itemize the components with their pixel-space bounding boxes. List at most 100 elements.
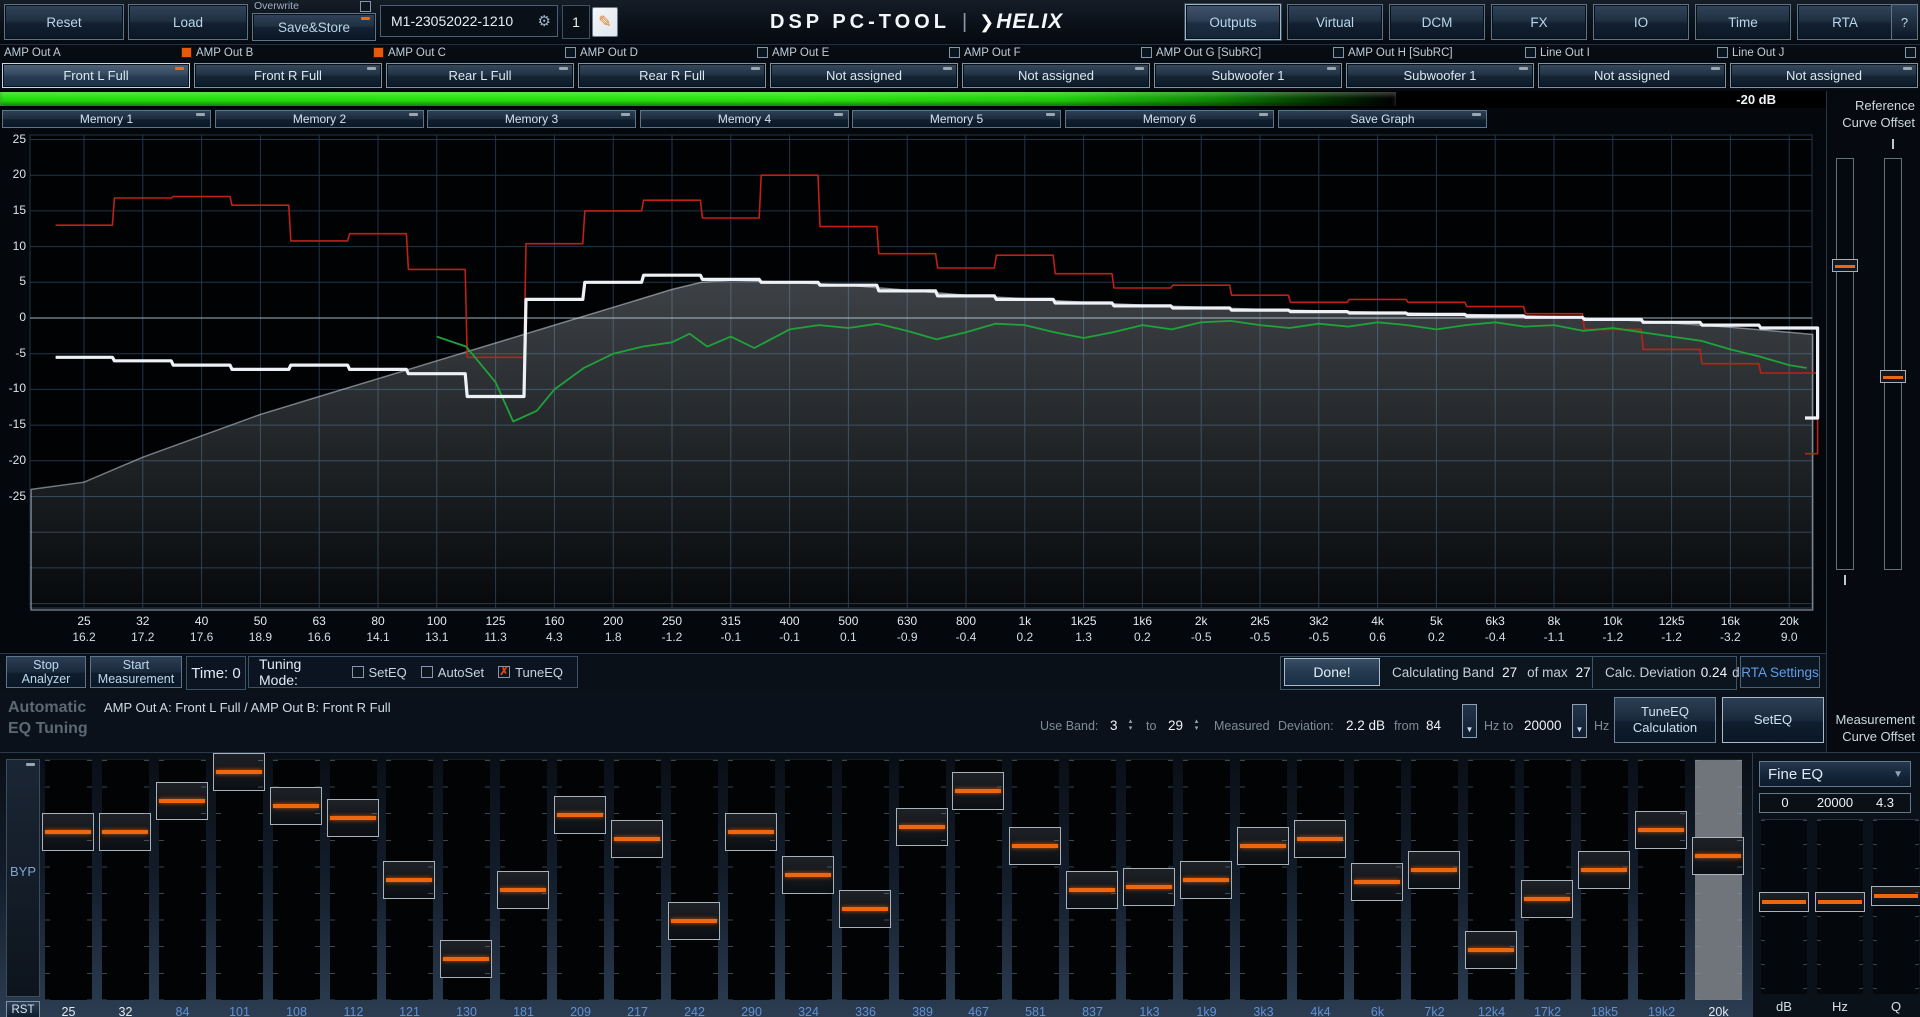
tuning-mode-option-tuneeq[interactable]: ✗TuneEQ (498, 665, 563, 680)
eq-band-handle[interactable] (1351, 863, 1403, 901)
band-to-spinner[interactable]: ▴▾ (1192, 716, 1201, 734)
eq-band-handle[interactable] (99, 813, 151, 851)
nav-button-rta[interactable]: RTA (1797, 4, 1893, 40)
tuning-mode-checkbox[interactable] (421, 666, 433, 678)
help-button[interactable]: ? (1891, 4, 1918, 40)
eq-band-slider-101[interactable] (216, 759, 263, 1000)
done-button[interactable]: Done! (1284, 658, 1380, 686)
save-store-button[interactable]: Save&Store (252, 13, 376, 41)
eq-band-slider-217[interactable] (614, 759, 661, 1000)
eq-band-slider-3k3[interactable] (1240, 759, 1287, 1000)
eq-band-slider-290[interactable] (728, 759, 775, 1000)
start-measurement-button[interactable]: Start Measurement (90, 656, 182, 688)
eq-band-handle[interactable] (1465, 931, 1517, 969)
memory-button-1[interactable]: Memory 1 (2, 110, 211, 128)
eq-band-handle[interactable] (782, 856, 834, 894)
tuning-mode-checkbox[interactable] (352, 666, 364, 678)
channel-link-checkbox[interactable] (1525, 47, 1536, 58)
eq-band-slider-1k3[interactable] (1126, 759, 1173, 1000)
eq-band-handle[interactable] (1180, 861, 1232, 899)
eq-band-handle[interactable] (1294, 820, 1346, 858)
channel-assign-button[interactable]: Not assigned (962, 63, 1150, 88)
eq-band-slider-18k5[interactable] (1581, 759, 1628, 1000)
eq-band-handle[interactable] (42, 813, 94, 851)
freq-to-value[interactable]: 20000 (1524, 718, 1562, 733)
eq-band-slider-837[interactable] (1069, 759, 1116, 1000)
eq-band-handle[interactable] (725, 813, 777, 851)
eq-band-slider-12k4[interactable] (1468, 759, 1515, 1000)
reference-curve-offset-slider[interactable] (1836, 158, 1854, 570)
channel-link-checkbox[interactable] (565, 47, 576, 58)
eq-band-slider-467[interactable] (955, 759, 1002, 1000)
eq-band-slider-130[interactable] (443, 759, 490, 1000)
eq-band-slider-17k2[interactable] (1524, 759, 1571, 1000)
nav-button-virtual[interactable]: Virtual (1287, 4, 1383, 40)
eq-band-handle[interactable] (668, 902, 720, 940)
eq-band-handle[interactable] (952, 772, 1004, 810)
fine-eq-dropdown[interactable]: Fine EQ ▼ (1759, 761, 1911, 787)
eq-band-handle[interactable] (839, 890, 891, 928)
eq-band-slider-84[interactable] (159, 759, 206, 1000)
channel-assign-button[interactable]: Subwoofer 1 (1154, 63, 1342, 88)
channel-link-checkbox[interactable] (1905, 47, 1916, 58)
eq-band-handle[interactable] (1123, 868, 1175, 906)
channel-link-checkbox[interactable] (1333, 47, 1344, 58)
channel-assign-button[interactable]: Not assigned (1730, 63, 1918, 88)
eq-band-slider-209[interactable] (557, 759, 604, 1000)
tuning-mode-option-autoset[interactable]: AutoSet (421, 665, 484, 680)
band-from-value[interactable]: 3 (1110, 718, 1118, 733)
eq-band-slider-108[interactable] (273, 759, 320, 1000)
edit-icon[interactable]: ✎ (592, 7, 618, 37)
channel-link-checkbox[interactable] (1717, 47, 1728, 58)
eq-band-handle[interactable] (1578, 851, 1630, 889)
eq-band-handle[interactable] (554, 796, 606, 834)
channel-assign-button[interactable]: Subwoofer 1 (1346, 63, 1534, 88)
eq-band-slider-1k9[interactable] (1183, 759, 1230, 1000)
nav-button-fx[interactable]: FX (1491, 4, 1587, 40)
channel-assign-button[interactable]: Front L Full (2, 63, 190, 88)
fine-eq-handle[interactable] (1759, 892, 1809, 912)
load-button[interactable]: Load (128, 4, 248, 40)
eq-band-slider-324[interactable] (785, 759, 832, 1000)
eq-band-slider-181[interactable] (500, 759, 547, 1000)
fine-eq-slider-q[interactable] (1873, 819, 1919, 994)
fine-eq-handle[interactable] (1871, 886, 1920, 906)
channel-assign-button[interactable]: Rear R Full (578, 63, 766, 88)
memory-button-7[interactable]: Save Graph (1278, 110, 1487, 128)
memory-button-5[interactable]: Memory 5 (852, 110, 1061, 128)
reference-offset-handle[interactable] (1832, 259, 1858, 272)
eq-band-slider-20k[interactable] (1695, 759, 1742, 1000)
eq-band-handle[interactable] (1635, 811, 1687, 849)
eq-band-handle[interactable] (1009, 827, 1061, 865)
rta-settings-button[interactable]: RTA Settings (1740, 656, 1820, 688)
tuning-mode-checkbox[interactable]: ✗ (498, 666, 510, 678)
channel-link-checkbox[interactable] (181, 47, 192, 58)
eq-band-slider-242[interactable] (671, 759, 718, 1000)
channel-assign-button[interactable]: Not assigned (1538, 63, 1726, 88)
eq-band-handle[interactable] (213, 753, 265, 791)
freq-to-dropdown[interactable]: ▼ (1572, 704, 1587, 738)
channel-assign-button[interactable]: Rear L Full (386, 63, 574, 88)
eq-band-handle[interactable] (497, 871, 549, 909)
eq-band-handle[interactable] (1692, 837, 1744, 875)
channel-link-checkbox[interactable] (949, 47, 960, 58)
freq-from-dropdown[interactable]: ▼ (1462, 704, 1477, 738)
eq-band-slider-336[interactable] (842, 759, 889, 1000)
eq-band-handle[interactable] (1237, 827, 1289, 865)
overwrite-checkbox[interactable] (360, 1, 371, 12)
eq-band-handle[interactable] (1066, 871, 1118, 909)
eq-band-slider-19k2[interactable] (1638, 759, 1685, 1000)
nav-button-time[interactable]: Time (1695, 4, 1791, 40)
channel-assign-button[interactable]: Front R Full (194, 63, 382, 88)
eq-band-slider-389[interactable] (899, 759, 946, 1000)
eq-band-slider-7k2[interactable] (1411, 759, 1458, 1000)
measurement-offset-handle[interactable] (1880, 370, 1906, 383)
freq-from-value[interactable]: 84 (1426, 718, 1441, 733)
eq-band-handle[interactable] (1521, 880, 1573, 918)
eq-band-slider-112[interactable] (330, 759, 377, 1000)
nav-button-dcm[interactable]: DCM (1389, 4, 1485, 40)
tuning-mode-option-seteq[interactable]: SetEQ (352, 665, 407, 680)
setup-name-field[interactable]: M1-23052022-1210 ⚙ (380, 5, 558, 37)
fine-eq-slider-db[interactable] (1761, 819, 1807, 994)
eq-band-handle[interactable] (896, 808, 948, 846)
